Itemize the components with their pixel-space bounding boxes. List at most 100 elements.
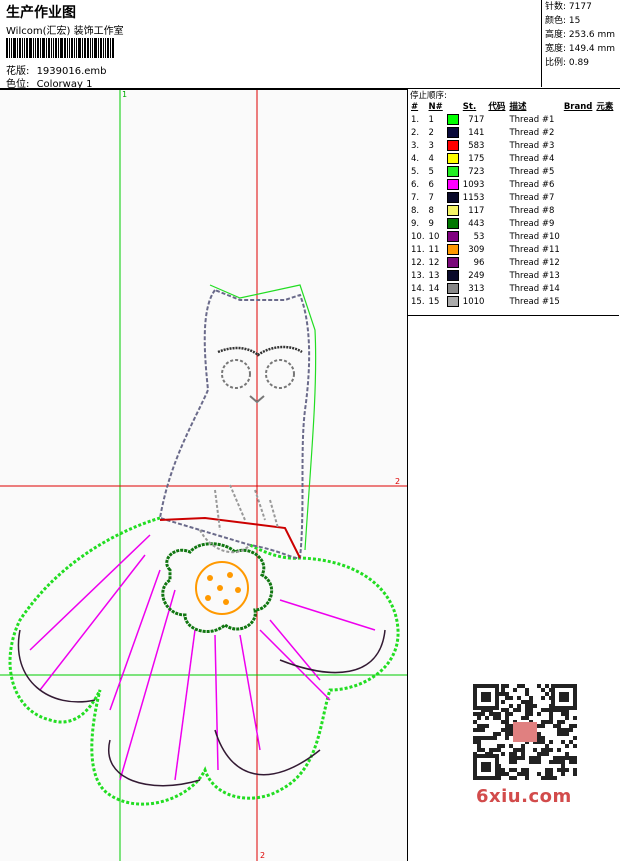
- row-n: 3: [428, 141, 434, 151]
- row-stitches: 583: [468, 141, 485, 151]
- thread-row[interactable]: 6. 6 1093 Thread #6: [409, 179, 615, 192]
- row-code: [486, 114, 507, 127]
- thread-row[interactable]: 2. 2 141 Thread #2: [409, 127, 615, 140]
- row-element: [594, 127, 615, 140]
- row-n: 2: [428, 128, 434, 138]
- row-brand: [562, 218, 595, 231]
- row-desc: Thread #1: [509, 115, 555, 125]
- color-swatch: [445, 166, 461, 179]
- color-swatch: [445, 114, 461, 127]
- row-stitches: 717: [468, 115, 485, 125]
- stat-width: 宽度: 149.4 mm: [545, 44, 616, 54]
- marker-bottom: 2: [260, 851, 265, 860]
- marker-right: 2: [395, 477, 400, 486]
- col-element: 元素: [596, 102, 614, 112]
- row-element: [594, 166, 615, 179]
- qr-code: [473, 684, 577, 780]
- thread-row[interactable]: 4. 4 175 Thread #4: [409, 153, 615, 166]
- thread-row[interactable]: 10. 10 53 Thread #10: [409, 231, 615, 244]
- color-swatch: [445, 192, 461, 205]
- row-index: 12.: [411, 258, 425, 268]
- row-desc: Thread #6: [509, 180, 555, 190]
- row-brand: [562, 192, 595, 205]
- row-index: 1.: [411, 115, 420, 125]
- panel-title: 停止顺序:: [410, 91, 447, 101]
- thread-row[interactable]: 7. 7 1153 Thread #7: [409, 192, 615, 205]
- color-swatch: [445, 283, 461, 296]
- row-element: [594, 244, 615, 257]
- thread-row[interactable]: 12. 12 96 Thread #12: [409, 257, 615, 270]
- color-swatch: [445, 205, 461, 218]
- row-desc: Thread #8: [509, 206, 555, 216]
- studio-subtitle: Wilcom(汇宏) 装饰工作室: [6, 26, 124, 37]
- thread-row[interactable]: 11. 11 309 Thread #11: [409, 244, 615, 257]
- col-st: St.: [462, 102, 477, 112]
- row-stitches: 313: [468, 284, 485, 294]
- row-code: [486, 153, 507, 166]
- row-index: 15.: [411, 297, 425, 307]
- thread-row[interactable]: 3. 3 583 Thread #3: [409, 140, 615, 153]
- row-code: [486, 244, 507, 257]
- thread-row[interactable]: 15. 15 1010 Thread #15: [409, 296, 615, 309]
- watermark-logo: 6xiu.com: [476, 786, 572, 807]
- row-brand: [562, 114, 595, 127]
- row-code: [486, 231, 507, 244]
- page-title: 生产作业图: [6, 5, 76, 21]
- row-code: [486, 205, 507, 218]
- row-brand: [562, 205, 595, 218]
- row-desc: Thread #9: [509, 219, 555, 229]
- row-n: 1: [428, 115, 434, 125]
- stop-sequence-panel: 停止顺序: # N# St. 代码 描述 Brand 元素 1. 1 717 Thre…: [408, 89, 619, 316]
- row-desc: Thread #10: [509, 232, 560, 242]
- barcode: [6, 38, 146, 58]
- flower-dots: [205, 572, 241, 605]
- figure-outline-green: [209, 284, 317, 551]
- embroidery-preview: 1 2 2: [0, 90, 407, 861]
- row-desc: Thread #3: [509, 141, 555, 151]
- row-element: [594, 114, 615, 127]
- row-n: 9: [428, 219, 434, 229]
- colorway-row: 色位: Colorway 1: [6, 75, 92, 90]
- row-index: 3.: [411, 141, 420, 151]
- row-element: [594, 218, 615, 231]
- thread-row[interactable]: 5. 5 723 Thread #5: [409, 166, 615, 179]
- color-swatch: [445, 140, 461, 153]
- row-brand: [562, 270, 595, 283]
- color-swatch: [445, 270, 461, 283]
- thread-row[interactable]: 8. 8 117 Thread #8: [409, 205, 615, 218]
- row-brand: [562, 231, 595, 244]
- row-index: 10.: [411, 232, 425, 242]
- row-n: 8: [428, 206, 434, 216]
- color-swatch: [445, 218, 461, 231]
- thread-row[interactable]: 9. 9 443 Thread #9: [409, 218, 615, 231]
- stat-stitches: 针数: 7177: [545, 2, 592, 12]
- row-n: 6: [428, 180, 434, 190]
- row-code: [486, 179, 507, 192]
- thread-row[interactable]: 1. 1 717 Thread #1: [409, 114, 615, 127]
- row-n: 5: [428, 167, 434, 177]
- row-brand: [562, 153, 595, 166]
- row-stitches: 443: [468, 219, 485, 229]
- left-eye-ring: [221, 359, 251, 389]
- row-index: 8.: [411, 206, 420, 216]
- row-code: [486, 127, 507, 140]
- thread-rows: 1. 1 717 Thread #1 2. 2 141 Thread #2 3. 3 583 Thre…: [409, 114, 615, 309]
- thread-row[interactable]: 14. 14 313 Thread #14: [409, 283, 615, 296]
- color-swatch: [445, 257, 461, 270]
- row-index: 5.: [411, 167, 420, 177]
- col-swatch: [445, 101, 461, 114]
- row-index: 6.: [411, 180, 420, 190]
- marker-top: 1: [122, 90, 127, 99]
- thread-row[interactable]: 13. 13 249 Thread #13: [409, 270, 615, 283]
- row-stitches: 1010: [462, 297, 485, 307]
- row-code: [486, 166, 507, 179]
- row-element: [594, 140, 615, 153]
- row-element: [594, 270, 615, 283]
- row-element: [594, 153, 615, 166]
- design-canvas[interactable]: 1 2 2: [0, 89, 408, 861]
- row-n: 15: [428, 297, 440, 307]
- row-element: [594, 179, 615, 192]
- row-desc: Thread #15: [509, 297, 560, 307]
- row-code: [486, 140, 507, 153]
- row-code: [486, 270, 507, 283]
